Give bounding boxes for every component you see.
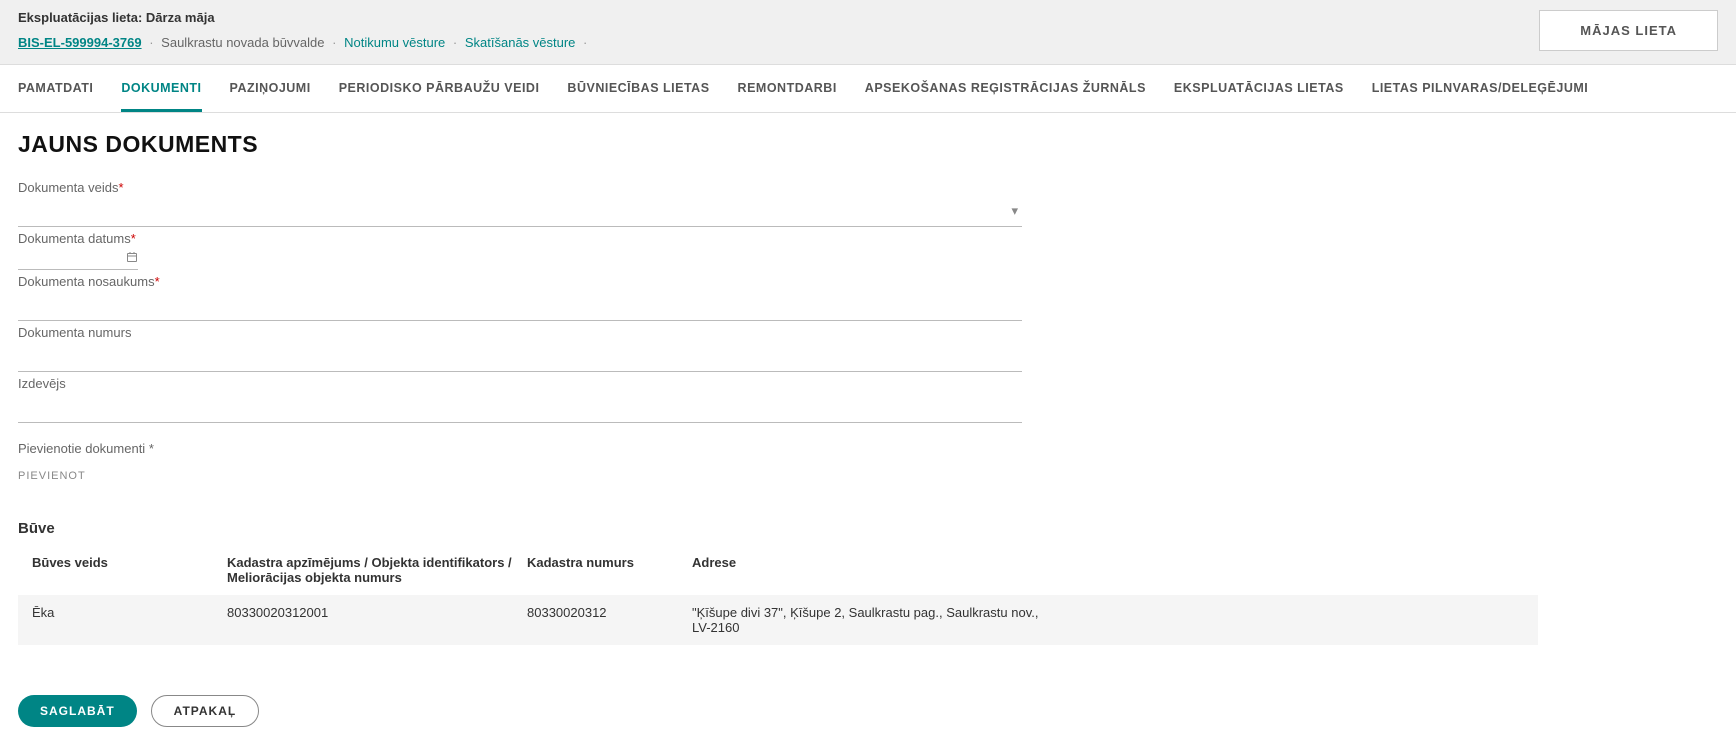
building-table: Būves veids Kadastra apzīmējums / Objekt… — [18, 545, 1538, 645]
tab-pamatdati[interactable]: Pamatdati — [18, 65, 93, 112]
breadcrumb: BIS-EL-599994-3769 · Saulkrastu novada b… — [18, 35, 1718, 50]
doc-number-label: Dokumenta numurs — [18, 325, 1022, 344]
page-title: JAUNS DOKUMENTS — [18, 131, 1022, 158]
col-header-cadastre-num: Kadastra numurs — [527, 555, 692, 585]
doc-date-input[interactable] — [18, 250, 118, 269]
tab-pazinojumi[interactable]: Paziņojumi — [230, 65, 311, 112]
attach-button[interactable]: Pievienot — [18, 466, 86, 486]
doc-type-select[interactable] — [18, 199, 1022, 227]
content: JAUNS DOKUMENTS Dokumenta veids* ▾ Dokum… — [0, 113, 1040, 745]
table-row: Ēka 80330020312001 80330020312 "Ķīšupe d… — [18, 595, 1538, 645]
tab-pilnvaras[interactable]: Lietas pilnvaras/deleģējumi — [1372, 65, 1589, 112]
save-button[interactable]: Saglabāt — [18, 695, 137, 727]
breadcrumb-org: Saulkrastu novada būvvalde — [161, 35, 324, 50]
col-header-address: Adrese — [692, 555, 1524, 585]
doc-name-input[interactable] — [18, 293, 1022, 321]
doc-name-label: Dokumenta nosaukums* — [18, 274, 1022, 293]
doc-name-row: Dokumenta nosaukums* — [18, 274, 1022, 321]
doc-type-row: Dokumenta veids* ▾ — [18, 180, 1022, 227]
tabs-nav: Pamatdati Dokumenti Paziņojumi Periodisk… — [0, 65, 1736, 113]
issuer-label: Izdevējs — [18, 376, 1022, 395]
building-section-title: Būve — [18, 520, 1022, 537]
buttons-row: Saglabāt Atpakaļ — [18, 695, 1022, 727]
doc-date-row: Dokumenta datums* — [18, 231, 1022, 270]
tab-periodisko[interactable]: Periodisko pārbaužu veidi — [339, 65, 540, 112]
issuer-input[interactable] — [18, 395, 1022, 423]
history-link[interactable]: Notikumu vēsture — [344, 35, 445, 50]
doc-type-label: Dokumenta veids* — [18, 180, 1022, 199]
col-header-cadastre-id: Kadastra apzīmējums / Objekta identifika… — [227, 555, 527, 585]
breadcrumb-sep: · — [332, 35, 336, 50]
header-bar: Ekspluatācijas lieta: Dārza māja Mājas l… — [0, 0, 1736, 65]
cell-cadastre-num: 80330020312 — [527, 605, 692, 635]
doc-date-label: Dokumenta datums* — [18, 231, 1022, 250]
cell-address: "Ķīšupe divi 37", Ķīšupe 2, Saulkrastu p… — [692, 605, 1042, 635]
tab-dokumenti[interactable]: Dokumenti — [121, 65, 201, 112]
tab-ekspluatacijas[interactable]: Ekspluatācijas lietas — [1174, 65, 1344, 112]
doc-number-input[interactable] — [18, 344, 1022, 372]
header-title: Ekspluatācijas lieta: Dārza māja — [18, 10, 1718, 25]
issuer-row: Izdevējs — [18, 376, 1022, 423]
tab-remontdarbi[interactable]: Remontdarbi — [738, 65, 837, 112]
table-header: Būves veids Kadastra apzīmējums / Objekt… — [18, 545, 1538, 595]
breadcrumb-sep: · — [149, 35, 153, 50]
cell-type: Ēka — [32, 605, 227, 635]
case-link[interactable]: BIS-EL-599994-3769 — [18, 35, 142, 50]
back-button[interactable]: Atpakaļ — [151, 695, 260, 727]
breadcrumb-sep: · — [583, 35, 587, 50]
col-header-type: Būves veids — [32, 555, 227, 585]
tab-apsekosanas[interactable]: Apsekošanas reģistrācijas žurnāls — [865, 65, 1146, 112]
doc-number-row: Dokumenta numurs — [18, 325, 1022, 372]
cell-cadastre-id: 80330020312001 — [227, 605, 527, 635]
view-history-link[interactable]: Skatīšanās vēsture — [465, 35, 576, 50]
breadcrumb-sep: · — [453, 35, 457, 50]
tab-buvniecibas[interactable]: Būvniecības lietas — [567, 65, 709, 112]
calendar-icon[interactable] — [126, 251, 138, 266]
attachments-label: Pievienotie dokumenti * — [18, 441, 1022, 456]
house-file-button[interactable]: Mājas lieta — [1539, 10, 1718, 51]
